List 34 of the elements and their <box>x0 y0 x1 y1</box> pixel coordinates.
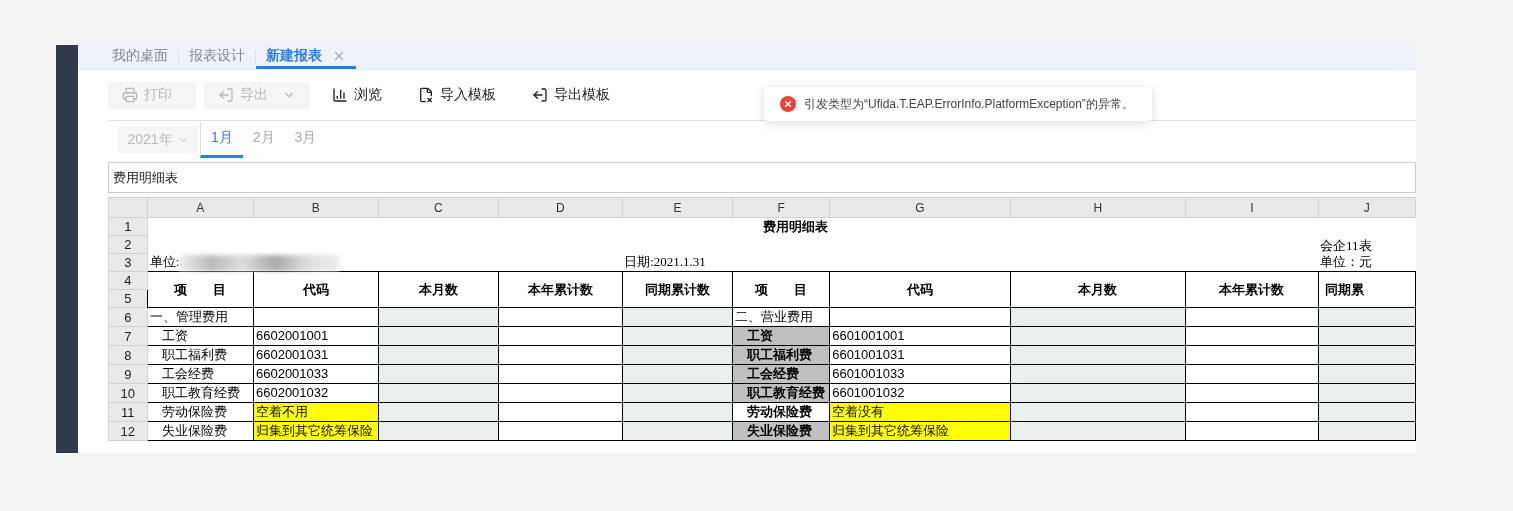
column-header[interactable]: E <box>622 197 733 218</box>
document-icon <box>418 87 434 103</box>
export-icon <box>532 87 548 103</box>
formula-field[interactable]: 费用明细表 <box>108 162 1416 193</box>
column-header[interactable]: H <box>1010 197 1186 218</box>
column-heading: 代码 <box>829 271 1011 308</box>
toolbar-button[interactable]: 浏览 <box>318 81 396 109</box>
month-tab[interactable]: 1月 <box>200 121 243 158</box>
column-header[interactable]: D <box>498 197 623 218</box>
export-icon <box>218 87 234 103</box>
column-header[interactable]: C <box>378 197 499 218</box>
column-header[interactable]: I <box>1185 197 1318 218</box>
column-heading: 项 目 <box>147 271 254 308</box>
column-header[interactable]: A <box>147 197 254 218</box>
column-heading: 本月数 <box>378 271 499 308</box>
column-header[interactable]: B <box>253 197 379 218</box>
printer-icon <box>122 87 138 103</box>
error-icon <box>780 96 796 112</box>
column-header[interactable]: F <box>732 197 830 218</box>
column-header[interactable]: J <box>1318 197 1416 218</box>
column-heading: 代码 <box>253 271 379 308</box>
table-cell: 单位: <box>149 253 180 269</box>
tab[interactable]: 新建报表 <box>256 45 356 69</box>
column-heading: 同期累 <box>1318 271 1416 308</box>
toolbar-button[interactable]: 导入模板 <box>404 81 510 109</box>
column-heading: 本年累计数 <box>1185 271 1318 308</box>
column-heading: 项 目 <box>732 271 830 308</box>
toolbar-button[interactable]: 导出模板 <box>518 81 624 109</box>
bar-chart-icon <box>332 87 348 103</box>
column-header[interactable]: G <box>829 197 1011 218</box>
column-heading: 同期累计数 <box>622 271 733 308</box>
column-heading: 本月数 <box>1010 271 1186 308</box>
column-heading: 本年累计数 <box>498 271 623 308</box>
error-message: 引发类型为“Ufida.T.EAP.ErrorInfo.PlatformException”的异常。 <box>804 95 1134 113</box>
